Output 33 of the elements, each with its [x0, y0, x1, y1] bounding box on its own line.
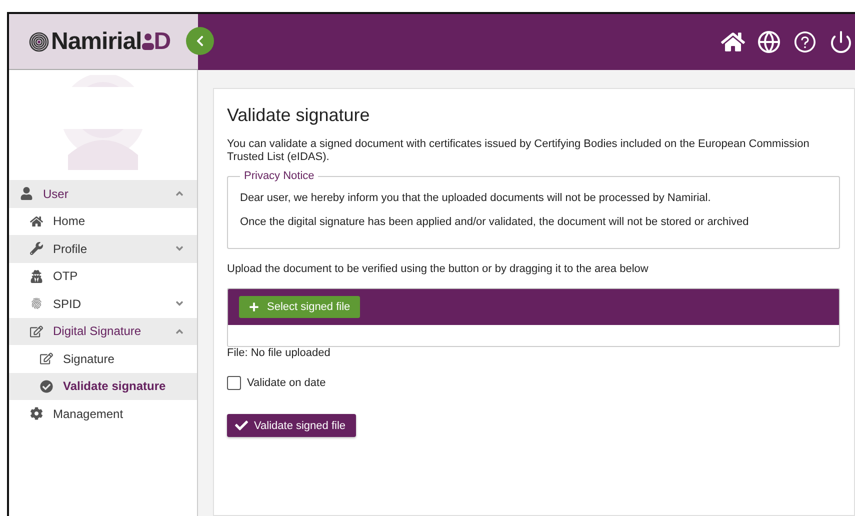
file-status: File: No file uploaded	[227, 347, 332, 360]
notice-text: Once the digital signature has been applied and/or validated, the document will not be stored or archived	[240, 216, 750, 228]
validate-button[interactable]: Validate signed file	[227, 414, 356, 437]
edit-icon	[29, 324, 43, 338]
sidebar-item[interactable]: Digital Signature	[9, 318, 197, 345]
fingerprint-icon	[29, 297, 43, 310]
wrench-icon	[29, 242, 43, 256]
privacy-legend: Privacy Notice	[240, 170, 318, 182]
intro-text: You can validate a signed document with certificates issued by Certifying Bodies included on the European Commission Trusted List (eIDAS).	[227, 138, 810, 164]
sidebar-item[interactable]: Validate signature	[9, 372, 197, 400]
edit-icon	[39, 352, 53, 366]
chevron-left-icon	[194, 35, 206, 47]
user-icon	[19, 187, 33, 200]
plus-icon	[249, 302, 259, 312]
checkbox[interactable]	[227, 376, 241, 390]
home-icon	[29, 214, 43, 228]
sidebar-item[interactable]: Profile	[9, 235, 197, 262]
help-icon[interactable]	[793, 30, 817, 54]
sidebar-item[interactable]: User	[9, 180, 197, 208]
home-icon[interactable]	[721, 30, 745, 54]
page-title: Validate signature	[227, 105, 371, 126]
person-icon	[142, 32, 154, 52]
gear-icon	[29, 407, 43, 420]
globe-icon[interactable]	[757, 30, 781, 54]
collapse-button[interactable]	[186, 27, 214, 55]
target-icon	[29, 32, 49, 52]
upload-hint: Upload the document to be verified using the button or by dragging it to the area below	[227, 263, 650, 276]
power-icon[interactable]	[829, 30, 853, 54]
notice-text: Dear user, we hereby inform you that the uploaded documents will not be processed by Namirial.	[240, 192, 712, 204]
agent-icon	[29, 270, 43, 283]
check-icon	[235, 419, 248, 432]
logo: Namirial D	[29, 28, 171, 56]
checkbox-label: Validate on date	[247, 377, 326, 389]
